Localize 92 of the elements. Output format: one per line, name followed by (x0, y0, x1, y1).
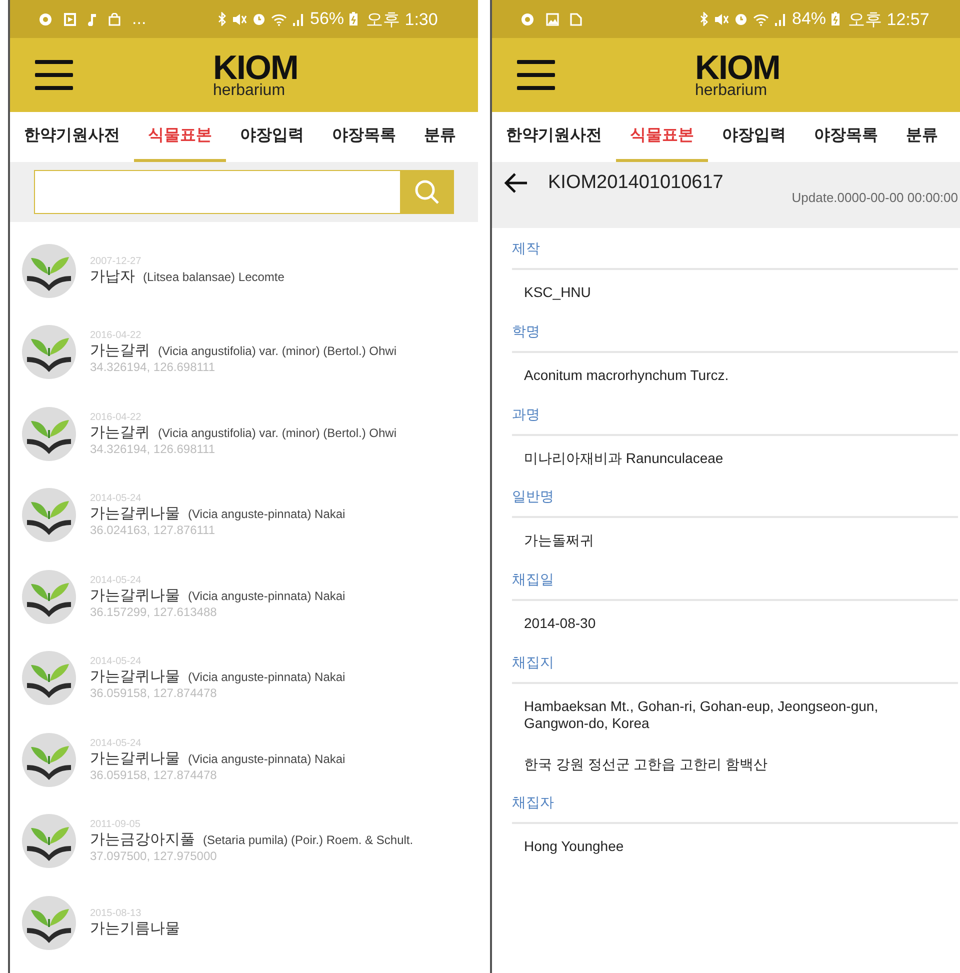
music-note-icon (87, 12, 97, 26)
korean-name: 가는갈퀴나물 (90, 750, 180, 767)
field-value: 미나리아재비과 Ranunculaceae (523, 448, 724, 468)
app-icon (520, 12, 535, 26)
korean-name: 가는갈퀴나물 (90, 668, 180, 686)
nav-tab[interactable]: 야장목록 (800, 112, 892, 162)
scientific-name: (Vicia angustifolia) var. (minor) (Bertol.) Ohwi (158, 426, 397, 440)
battery-icon (349, 12, 358, 26)
plant-book-icon (22, 325, 76, 380)
nav-tab[interactable]: 한약기원사전 (10, 112, 134, 162)
field-label: 채집자 (512, 782, 958, 824)
nav-tab[interactable]: 분류 (892, 112, 952, 162)
nav-tab[interactable]: 한약기원사전 (492, 112, 616, 162)
alarm-icon (252, 12, 266, 26)
nav-tab[interactable]: 분류 (410, 112, 470, 162)
field-value: Aconitum macrorhynchum Turcz. (523, 366, 730, 385)
scientific-name: (Vicia anguste-pinnata) Nakai (188, 670, 346, 684)
field-label: 과명 (512, 394, 958, 436)
battery-percent: 56% (310, 9, 344, 29)
field-value: Hambaeksan Mt., Gohan-ri, Gohan-eup, Jeongseon-gun, Gangwon-do, Korea (523, 696, 880, 733)
mute-icon (232, 12, 247, 26)
logo-title: KIOM (695, 51, 780, 85)
plant-book-icon (22, 244, 76, 298)
field-label: 학명 (512, 310, 958, 353)
field-label: 채집지 (512, 642, 958, 684)
korean-name: 가는갈퀴 (90, 342, 150, 360)
bag-icon (108, 12, 121, 26)
plant-book-icon (22, 406, 76, 461)
plant-book-icon (22, 896, 76, 950)
wifi-icon (753, 12, 769, 26)
wifi-icon (271, 12, 287, 26)
korean-name: 가는갈퀴나물 (90, 505, 180, 522)
korean-name: 가납자 (90, 268, 135, 285)
coordinates: 36.024163, 127.876111 (90, 523, 216, 538)
play-icon (64, 12, 76, 26)
korean-name: 가는기름나물 (90, 920, 180, 937)
clock-time: 오후 12:57 (848, 8, 930, 30)
signal-icon (774, 12, 787, 26)
field-value: 가는돌쩌귀 (523, 531, 595, 550)
record-id: KIOM201401010617 (548, 172, 724, 194)
field-value: 한국 강원 정선군 고한읍 고한리 함백산 (523, 754, 768, 774)
document-icon (570, 12, 582, 26)
signal-icon (292, 12, 305, 26)
scientific-name: (Litsea balansae) Lecomte (143, 270, 284, 284)
back-button[interactable] (504, 172, 528, 194)
nav-tab[interactable]: 야장입력 (226, 112, 318, 162)
bluetooth-icon (218, 12, 227, 26)
battery-percent: 84% (792, 9, 826, 29)
nav-tab[interactable]: 야장목록 (318, 112, 410, 162)
coordinates: 36.059158, 127.874478 (90, 768, 218, 782)
coordinates: 36.059158, 127.874478 (90, 686, 218, 700)
search-icon (414, 179, 440, 205)
plant-book-icon (22, 570, 76, 624)
field-value: KSC_HNU (523, 283, 592, 302)
back-arrow-icon (504, 172, 528, 194)
logo-title: KIOM (213, 51, 298, 85)
menu-button[interactable] (517, 60, 555, 90)
scientific-name: (Vicia anguste-pinnata) Nakai (188, 507, 346, 522)
coordinates: 34.326194, 126.698111 (90, 442, 216, 456)
field-label: 제작 (512, 228, 958, 270)
coordinates: 34.326194, 126.698111 (90, 360, 216, 374)
alarm-icon (734, 12, 748, 26)
logo-subtitle: herbarium (695, 83, 768, 99)
update-time: Update.0000-00-00 00:00:00 (792, 190, 958, 205)
scientific-name: (Vicia anguste-pinnata) Nakai (188, 588, 346, 603)
coordinates: 36.157299, 127.613488 (90, 604, 218, 619)
field-value: 2014-08-30 (523, 614, 597, 634)
field-label: 채집일 (512, 559, 958, 602)
scientific-name: (Vicia angustifolia) var. (minor) (Bertol.) Ohwi (158, 344, 397, 358)
field-label: 일반명 (512, 476, 958, 518)
plant-book-icon (22, 814, 76, 868)
scientific-name: (Vicia anguste-pinnata) Nakai (188, 752, 346, 766)
image-icon (546, 12, 559, 26)
search-field[interactable] (34, 170, 400, 214)
clock-time: 오후 1:30 (366, 8, 438, 30)
field-value: Hong Younghee (523, 837, 625, 856)
nav-tab[interactable]: 야장입력 (708, 112, 800, 162)
plant-book-icon (22, 651, 76, 706)
more-notifications: ... (132, 9, 146, 29)
menu-button[interactable] (35, 60, 73, 90)
korean-name: 가는갈퀴 (90, 424, 150, 441)
coordinates: 37.097500, 127.975000 (90, 849, 218, 864)
plant-book-icon (22, 488, 76, 542)
battery-icon (831, 12, 840, 26)
plant-book-icon (22, 732, 76, 787)
bluetooth-icon (700, 12, 709, 26)
mute-icon (714, 12, 729, 26)
korean-name: 가는금강아지풀 (90, 831, 195, 848)
app-icon (38, 12, 53, 26)
korean-name: 가는갈퀴나물 (90, 586, 180, 604)
logo-subtitle: herbarium (213, 83, 286, 99)
scientific-name: (Setaria pumila) (Poir.) Roem. & Schult. (203, 833, 414, 848)
